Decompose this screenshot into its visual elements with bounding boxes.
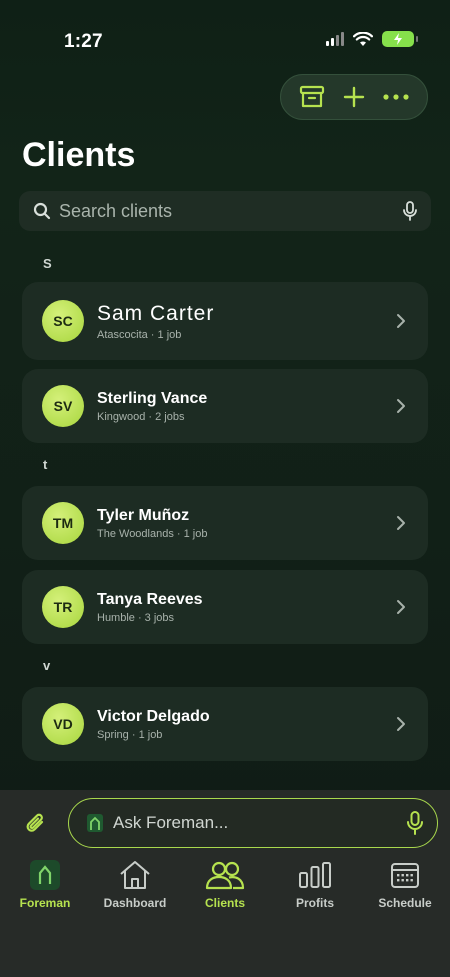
foreman-logo-icon: [87, 814, 103, 832]
microphone-icon[interactable]: [407, 811, 423, 835]
status-time: 1:27: [64, 31, 103, 52]
section-header: v: [43, 658, 51, 673]
client-name: Sam Carter: [97, 301, 215, 325]
client-row-tanya-reeves[interactable]: TR Tanya Reeves Humble · 3 jobs: [22, 570, 428, 644]
tab-profits[interactable]: Profits: [270, 858, 360, 918]
client-row-sterling-vance[interactable]: SV Sterling Vance Kingwood · 2 jobs: [22, 369, 428, 443]
tab-clients[interactable]: Clients: [180, 858, 270, 918]
tab-bar: Foreman Dashboard Clients Profits Schedu…: [0, 858, 450, 918]
top-actions: [280, 74, 428, 120]
client-name: Tyler Muñoz: [97, 506, 190, 524]
tab-foreman[interactable]: Foreman: [0, 858, 90, 918]
house-icon: [120, 861, 150, 889]
more-button[interactable]: [379, 80, 413, 114]
battery-icon: [382, 31, 418, 47]
people-icon: [205, 861, 245, 890]
client-row-tyler-munoz[interactable]: TM Tyler Muñoz The Woodlands · 1 job: [22, 486, 428, 560]
chevron-right-icon: [397, 717, 405, 731]
tab-schedule[interactable]: Schedule: [360, 858, 450, 918]
avatar: VD: [42, 703, 84, 745]
plus-icon: [343, 86, 365, 108]
page-title: Clients: [22, 136, 136, 174]
chevron-right-icon: [397, 314, 405, 328]
client-name: Victor Delgado: [97, 707, 210, 725]
status-bar: 1:27: [0, 0, 450, 70]
avatar: SV: [42, 385, 84, 427]
avatar: TM: [42, 502, 84, 544]
client-name: Tanya Reeves: [97, 590, 203, 608]
client-subtitle: The Woodlands · 1 job: [97, 527, 208, 540]
microphone-icon[interactable]: [403, 201, 417, 221]
avatar: SC: [42, 300, 84, 342]
add-client-button[interactable]: [337, 80, 371, 114]
client-row-victor-delgado[interactable]: VD Victor Delgado Spring · 1 job: [22, 687, 428, 761]
section-header: S: [43, 256, 52, 271]
wifi-icon: [353, 31, 373, 46]
chevron-right-icon: [397, 399, 405, 413]
chevron-right-icon: [397, 516, 405, 530]
client-subtitle: Kingwood · 2 jobs: [97, 410, 185, 423]
search-input[interactable]: [59, 200, 403, 222]
archive-button[interactable]: [295, 80, 329, 114]
avatar: TR: [42, 586, 84, 628]
archive-icon: [299, 85, 325, 108]
search-bar[interactable]: [19, 191, 431, 231]
chevron-right-icon: [397, 600, 405, 614]
client-name: Sterling Vance: [97, 389, 208, 407]
more-icon: [383, 94, 409, 100]
status-icons: [326, 31, 418, 47]
signal-icon: [326, 32, 344, 46]
bars-icon: [299, 862, 331, 888]
tab-label: Dashboard: [103, 896, 167, 910]
section-header: t: [43, 457, 48, 472]
client-subtitle: Spring · 1 job: [97, 728, 163, 741]
tab-dashboard[interactable]: Dashboard: [90, 858, 180, 918]
client-row-sam-carter[interactable]: SC Sam Carter Atascocita · 1 job: [22, 282, 428, 360]
client-subtitle: Atascocita · 1 job: [97, 328, 182, 341]
ask-foreman-input[interactable]: [113, 813, 407, 833]
paperclip-icon[interactable]: [22, 810, 50, 838]
tab-label: Clients: [204, 896, 245, 910]
ask-foreman-bar[interactable]: [68, 798, 438, 848]
tab-label: Profits: [295, 896, 334, 910]
tab-label: Foreman: [19, 896, 71, 910]
calendar-icon: [391, 863, 419, 888]
tab-label: Schedule: [378, 896, 432, 910]
client-subtitle: Humble · 3 jobs: [97, 611, 175, 624]
search-icon: [33, 202, 51, 220]
foreman-icon: [30, 860, 60, 890]
